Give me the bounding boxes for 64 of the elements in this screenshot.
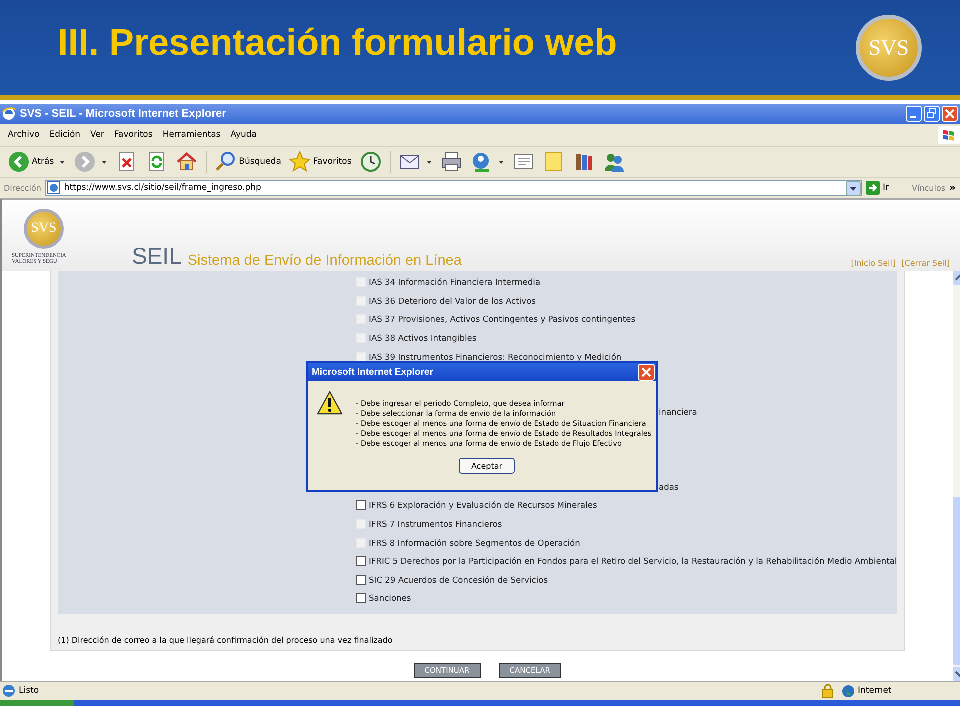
option-label: IAS 36 Deterioro del Valor de los Activos	[369, 296, 536, 306]
close-button[interactable]	[942, 106, 958, 122]
arrow-icon	[866, 181, 880, 195]
checkbox[interactable]	[356, 556, 366, 566]
back-icon	[8, 151, 30, 173]
menu-item[interactable]: Ayuda	[230, 130, 257, 140]
option-label: inanciera	[659, 407, 698, 418]
house-button[interactable]	[176, 151, 198, 173]
browser-icon	[2, 107, 16, 121]
address-field[interactable]: https://www.svs.cl/sitio/seil/frame_ingreso.php	[45, 180, 862, 196]
menu-item[interactable]: Herramientas	[162, 130, 221, 140]
close-button[interactable]	[638, 364, 655, 380]
footnote: (1) Dirección de correo a la que llegará confirmación del proceso una vez finalizado	[58, 614, 898, 648]
search-button[interactable]: Búsqueda	[213, 151, 284, 173]
option-label: IFRS 8 Información sobre Segmentos de Operación	[369, 538, 580, 548]
option-label: IAS 37 Provisiones, Activos Contingentes y Pasivos contingentes	[369, 314, 636, 324]
window-title: SVS - SEIL - Microsoft Internet Explorer	[20, 108, 228, 120]
star-button[interactable]: Favoritos	[287, 151, 354, 173]
more-button[interactable]: »	[950, 182, 956, 194]
menu-item[interactable]: Edición	[50, 130, 81, 140]
logo: SVS	[24, 209, 64, 249]
dropdown-arrow-icon[interactable]	[498, 160, 504, 164]
checkbox[interactable]	[356, 574, 366, 585]
menu-item[interactable]: Ver	[90, 130, 104, 140]
dropdown-arrow-icon[interactable]	[60, 160, 66, 164]
menu-item[interactable]: Favoritos	[114, 130, 153, 140]
slide-title: III. Presentación formulario web	[58, 22, 618, 64]
option-label: IFRIC 5 Derechos por la Participación en Fondos para el Retiro del Servicio, la Restauración y la Rehabilitación Medio Ambiental	[369, 556, 898, 566]
dropdown-arrow-icon[interactable]	[102, 160, 108, 164]
clock-button[interactable]	[360, 151, 382, 173]
checkbox[interactable]	[356, 593, 366, 604]
option-label: Sanciones	[369, 593, 412, 604]
option-label: IFRS 6 Exploración y Evaluación de Recursos Minerales	[369, 500, 598, 510]
address-label: Dirección	[4, 184, 42, 192]
status-text: Listo	[19, 686, 40, 696]
go-button[interactable]: Ir	[866, 181, 902, 195]
logo: SVS	[856, 14, 922, 80]
option-label: IFRS 7 Instrumentos Financieros	[369, 519, 502, 530]
lock-icon	[822, 684, 834, 698]
people-button[interactable]	[602, 151, 625, 173]
star-icon	[289, 151, 312, 173]
option-label: adas	[659, 482, 679, 492]
ok-button[interactable]: Aceptar	[459, 458, 515, 474]
menu-item[interactable]: Archivo	[8, 130, 40, 140]
printer-button[interactable]	[440, 151, 463, 173]
search-icon	[215, 151, 238, 173]
checkbox[interactable]	[356, 500, 366, 510]
links-label[interactable]: Vínculos	[912, 184, 946, 192]
option-label: IAS 34 Información Financiera Intermedia	[369, 277, 541, 288]
dropdown-arrow-icon[interactable]	[426, 160, 432, 164]
globe-icon	[842, 684, 855, 698]
brand-name: SEIL	[132, 245, 182, 268]
dialog-title: Microsoft Internet Explorer	[312, 366, 434, 378]
option-label: IAS 38 Activos Intangibles	[369, 333, 477, 344]
option-label: SIC 29 Acuerdos de Concesión de Servicios	[369, 574, 548, 585]
windows-flag-icon	[938, 126, 960, 144]
back-button[interactable]: Atrás	[6, 151, 56, 173]
minimize-button[interactable]	[906, 106, 922, 122]
site-subtitle: Sistema de Envío de Información en Línea	[188, 254, 462, 268]
start-button[interactable]	[0, 700, 74, 706]
zone-text: Internet	[858, 686, 892, 696]
restore-button[interactable]	[924, 106, 940, 122]
dropdown-button[interactable]	[846, 180, 861, 196]
warning-icon	[317, 391, 343, 415]
